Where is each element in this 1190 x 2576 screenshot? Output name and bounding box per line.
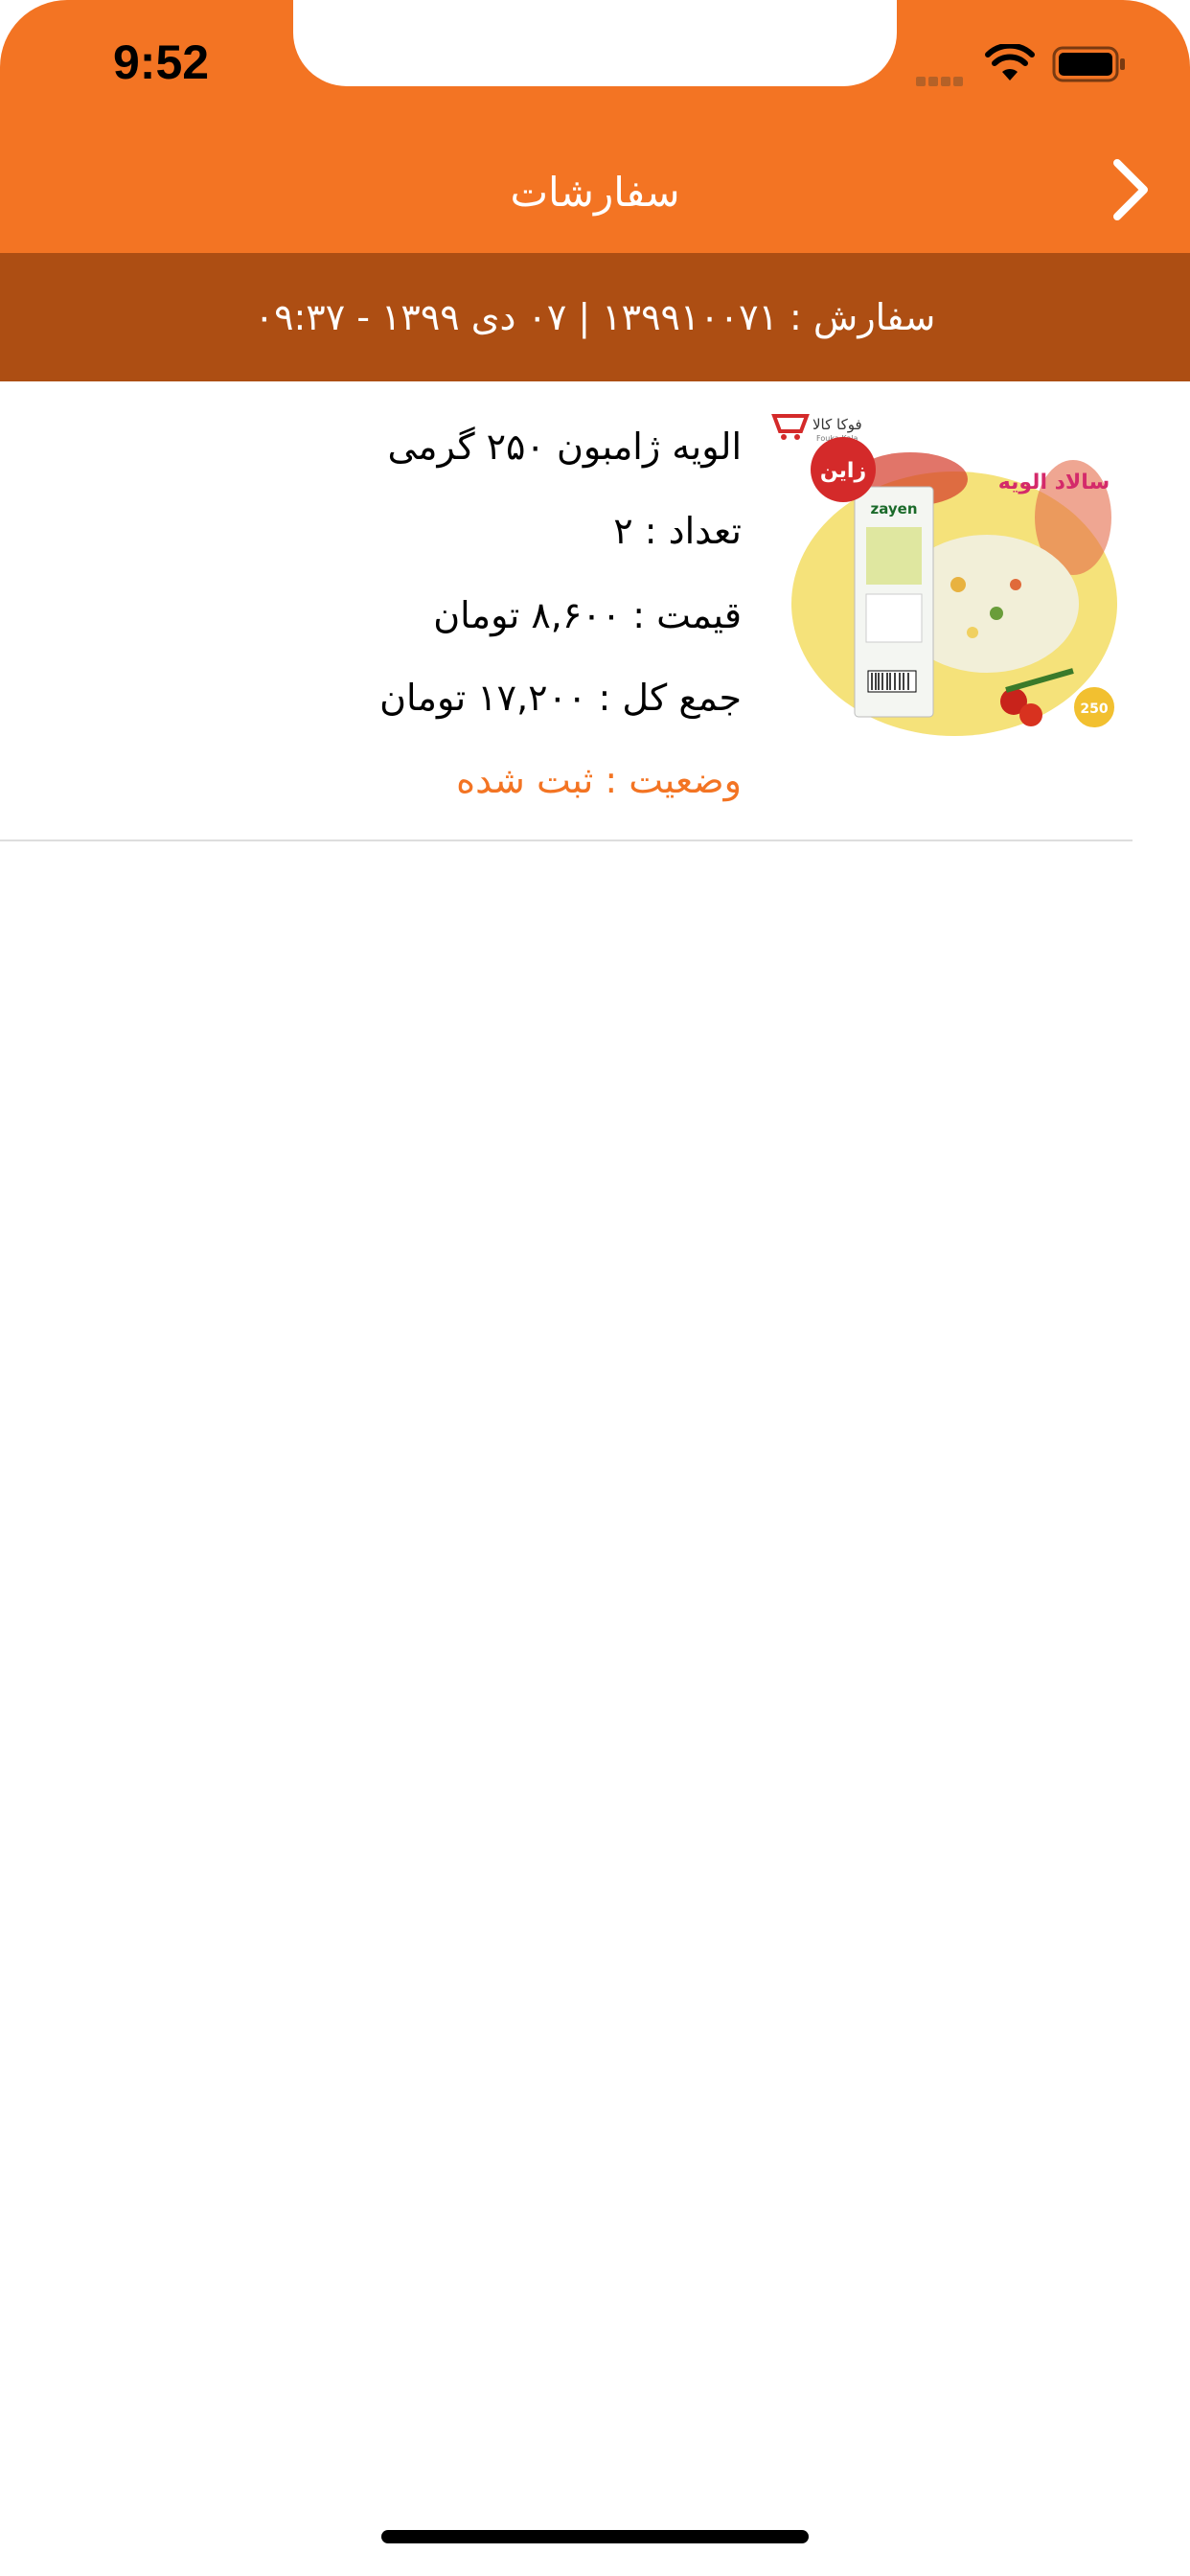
item-total: جمع کل : ۱۷,۲۰۰ تومان [379,677,742,719]
order-header: سفارش : ۱۳۹۹۱۰۰۷۱ | ۰۷ دی ۱۳۹۹ - ۰۹:۳۷ [0,253,1190,381]
home-indicator[interactable] [381,2530,809,2543]
device-notch [293,0,897,86]
status-time: 9:52 [113,35,210,89]
item-quantity: تعداد : ۲ [613,510,742,552]
svg-text:250: 250 [1080,702,1108,717]
status-and-nav-bar: 9:52 سفارشات [0,0,1190,253]
svg-text:سالاد الویه: سالاد الویه [998,471,1110,494]
product-image: فوکا کالا Fouka Kala zayen سالاد الویه ز… [771,414,1117,736]
wifi-icon [985,44,1035,80]
cellular-signal-icon [916,72,970,86]
item-status: وضعیت : ثبت شده [456,759,742,801]
order-summary: سفارش : ۱۳۹۹۱۰۰۷۱ | ۰۷ دی ۱۳۹۹ - ۰۹:۳۷ [254,296,936,338]
svg-text:zayen: zayen [870,500,917,518]
svg-text:فوکا کالا: فوکا کالا [812,416,862,433]
item-price: قیمت : ۸,۶۰۰ تومان [433,594,742,636]
battery-icon [1052,46,1125,82]
order-item[interactable]: الویه ژامبون ۲۵۰ گرمی تعداد : ۲ قیمت : ۸… [0,381,1190,841]
item-name: الویه ژامبون ۲۵۰ گرمی [387,426,742,468]
svg-text:زاین: زاین [820,459,866,483]
item-divider [0,840,1133,841]
page-title: سفارشات [510,169,680,216]
back-button[interactable] [1104,153,1157,226]
